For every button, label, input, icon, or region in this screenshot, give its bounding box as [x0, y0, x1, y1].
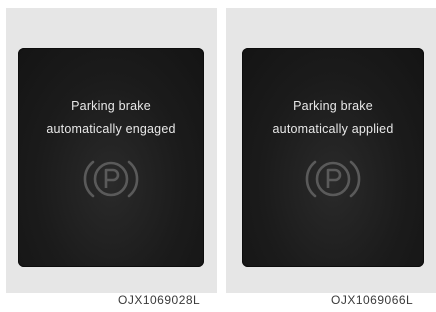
figure-code: OJX1069028L [118, 293, 201, 307]
cluster-display: Parking brake automatically engaged [18, 48, 204, 267]
page: Parking brake automatically engaged Park… [0, 0, 436, 312]
message-line-1: Parking brake [71, 99, 151, 113]
parking-brake-icon [305, 160, 361, 198]
warning-message: Parking brake automatically applied [242, 95, 424, 141]
panel-engaged: Parking brake automatically engaged [6, 8, 217, 293]
figure-code: OJX1069066L [331, 293, 414, 307]
panel-applied: Parking brake automatically applied [226, 8, 436, 293]
warning-message: Parking brake automatically engaged [18, 95, 204, 141]
cluster-display: Parking brake automatically applied [242, 48, 424, 267]
parking-brake-icon [83, 160, 139, 198]
message-line-2: automatically engaged [46, 122, 176, 136]
message-line-1: Parking brake [293, 99, 373, 113]
message-line-2: automatically applied [272, 122, 394, 136]
